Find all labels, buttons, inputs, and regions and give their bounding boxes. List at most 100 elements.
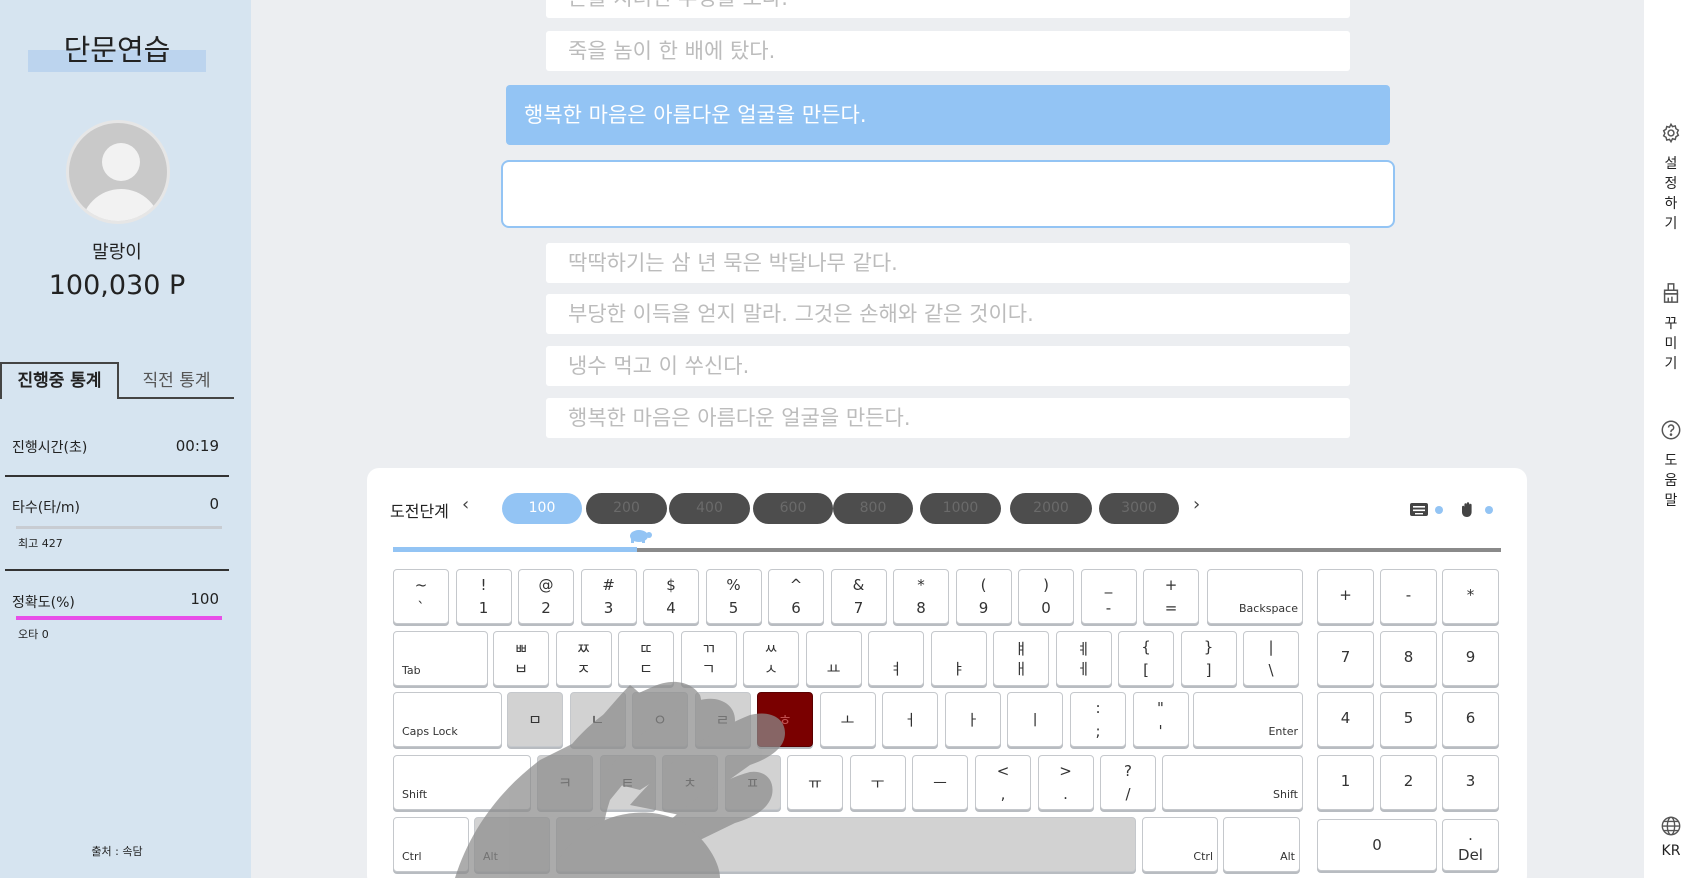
key[interactable]: + = — [1143, 569, 1199, 624]
key[interactable]: ㅃㅂ — [493, 631, 549, 686]
key[interactable]: ㅛ — [805, 631, 862, 686]
key[interactable]: :; — [1070, 692, 1126, 747]
key[interactable]: ? / — [1100, 755, 1156, 810]
level-pill[interactable]: 800 — [833, 493, 913, 524]
numpad-key[interactable]: 7 — [1317, 631, 1374, 686]
typing-input[interactable] — [501, 160, 1395, 228]
level-pill[interactable]: 600 — [753, 493, 833, 524]
left-shift-key[interactable]: Shift — [393, 755, 531, 810]
key[interactable]: ㅋ — [537, 755, 593, 810]
key-label: ) — [1043, 576, 1049, 594]
key[interactable]: }] — [1180, 631, 1237, 686]
key[interactable]: ㄲㄱ — [680, 631, 737, 686]
right-ctrl-key[interactable]: Ctrl — [1142, 817, 1218, 872]
key[interactable]: ) 0 — [1018, 569, 1074, 624]
numpad-key[interactable]: - — [1380, 569, 1437, 624]
key[interactable]: >. — [1037, 755, 1094, 810]
numpad-key[interactable]: 4 — [1317, 692, 1374, 747]
key[interactable]: ㅠ — [787, 755, 843, 810]
key[interactable]: ㅍ — [724, 755, 781, 810]
caps-lock-key[interactable]: Caps Lock — [393, 692, 502, 747]
left-alt-key[interactable]: Alt — [474, 817, 550, 872]
tab-previous-stats[interactable]: 직전 통계 — [119, 362, 234, 399]
chevron-right-icon[interactable]: › — [1193, 494, 1200, 515]
key-label: ㅏ — [965, 711, 980, 729]
key-label: & — [852, 576, 865, 594]
key[interactable]: @2 — [518, 569, 574, 624]
numpad-key[interactable]: 1 — [1317, 755, 1374, 810]
key-label: Shift — [1272, 788, 1298, 801]
key-label: ㅒ — [1014, 640, 1028, 658]
key[interactable]: _ - — [1080, 569, 1137, 624]
key[interactable]: ㅏ — [944, 692, 1001, 747]
key[interactable]: ㅑ — [930, 631, 987, 686]
keyboard-icon[interactable] — [1410, 503, 1428, 516]
key[interactable]: ㅁ — [507, 692, 563, 747]
avatar[interactable] — [66, 120, 170, 224]
key[interactable]: & 7 — [830, 569, 887, 624]
key[interactable]: ㄴ — [569, 692, 626, 747]
key[interactable]: ~ ` — [393, 569, 449, 624]
key[interactable]: ㅇ — [632, 692, 688, 747]
right-alt-key[interactable]: Alt — [1223, 817, 1300, 872]
key[interactable]: ㄸㄷ — [618, 631, 674, 686]
tab-key[interactable]: Tab — [393, 631, 488, 686]
key[interactable]: ! 1 — [455, 569, 512, 624]
key[interactable]: ㅕ — [868, 631, 924, 686]
key[interactable]: ㅌ — [599, 755, 656, 810]
key[interactable]: $4 — [643, 569, 699, 624]
numpad-key[interactable]: + — [1317, 569, 1374, 624]
key-label: ㄷ — [639, 660, 653, 678]
level-pill[interactable]: 200 — [586, 493, 667, 524]
language-button[interactable]: KR — [1644, 815, 1698, 861]
key[interactable]: ㅣ — [1007, 692, 1063, 747]
numpad-key[interactable]: 5 — [1380, 692, 1437, 747]
level-pill[interactable]: 1000 — [920, 493, 1001, 524]
key[interactable]: #3 — [580, 569, 637, 624]
key[interactable]: % 5 — [705, 569, 762, 624]
key[interactable]: ㅆㅅ — [743, 631, 799, 686]
chevron-left-icon[interactable]: ‹ — [462, 494, 469, 515]
left-ctrl-key[interactable]: Ctrl — [393, 817, 469, 872]
highlighted-key[interactable]: ㅎ — [757, 692, 813, 747]
key[interactable]: ㅡ — [912, 755, 968, 810]
key[interactable]: * 8 — [893, 569, 949, 624]
level-pill[interactable]: 3000 — [1099, 493, 1179, 524]
numpad-key[interactable]: * — [1442, 569, 1499, 624]
level-pill[interactable]: 100 — [502, 493, 582, 524]
key[interactable]: ㅗ — [819, 692, 876, 747]
numpad-key[interactable]: 6 — [1442, 692, 1499, 747]
numpad-key[interactable]: 9 — [1442, 631, 1499, 686]
hand-icon[interactable] — [1462, 502, 1472, 517]
level-pill[interactable]: 400 — [669, 493, 750, 524]
key[interactable]: {[ — [1118, 631, 1174, 686]
backspace-key[interactable]: Backspace — [1207, 569, 1303, 624]
key[interactable]: ㄹ — [694, 692, 751, 747]
user-name: 말랑이 — [92, 242, 142, 263]
key[interactable]: (9 — [955, 569, 1012, 624]
settings-button[interactable]: 설정하기 — [1644, 122, 1698, 234]
key[interactable]: ㅉㅈ — [555, 631, 612, 686]
key[interactable]: | \ — [1243, 631, 1299, 686]
numpad-key[interactable]: 8 — [1380, 631, 1437, 686]
key[interactable]: ㅜ — [849, 755, 906, 810]
decorate-button[interactable]: 꾸미기 — [1644, 282, 1698, 374]
key[interactable]: <, — [975, 755, 1031, 810]
key[interactable]: ㅒㅐ — [993, 631, 1049, 686]
numpad-key[interactable]: 3 — [1442, 755, 1499, 810]
help-button[interactable]: 도움말 — [1644, 419, 1698, 511]
right-shift-key[interactable]: Shift — [1162, 755, 1303, 810]
tab-current-stats[interactable]: 진행중 통계 — [0, 362, 119, 399]
enter-key[interactable]: Enter — [1193, 692, 1303, 747]
key[interactable]: ㅖㅔ — [1055, 631, 1112, 686]
key[interactable]: ㅊ — [662, 755, 718, 810]
numpad-key[interactable]: 2 — [1380, 755, 1437, 810]
key[interactable]: ^ 6 — [768, 569, 824, 624]
numpad-del-key[interactable]: . Del — [1442, 819, 1499, 871]
key[interactable]: ㅓ — [882, 692, 938, 747]
key-label: 8 — [916, 599, 926, 617]
numpad-zero-key[interactable]: 0 — [1317, 819, 1437, 871]
key[interactable]: " ' — [1132, 692, 1189, 747]
space-key[interactable] — [556, 817, 1136, 872]
level-pill[interactable]: 2000 — [1010, 493, 1092, 524]
